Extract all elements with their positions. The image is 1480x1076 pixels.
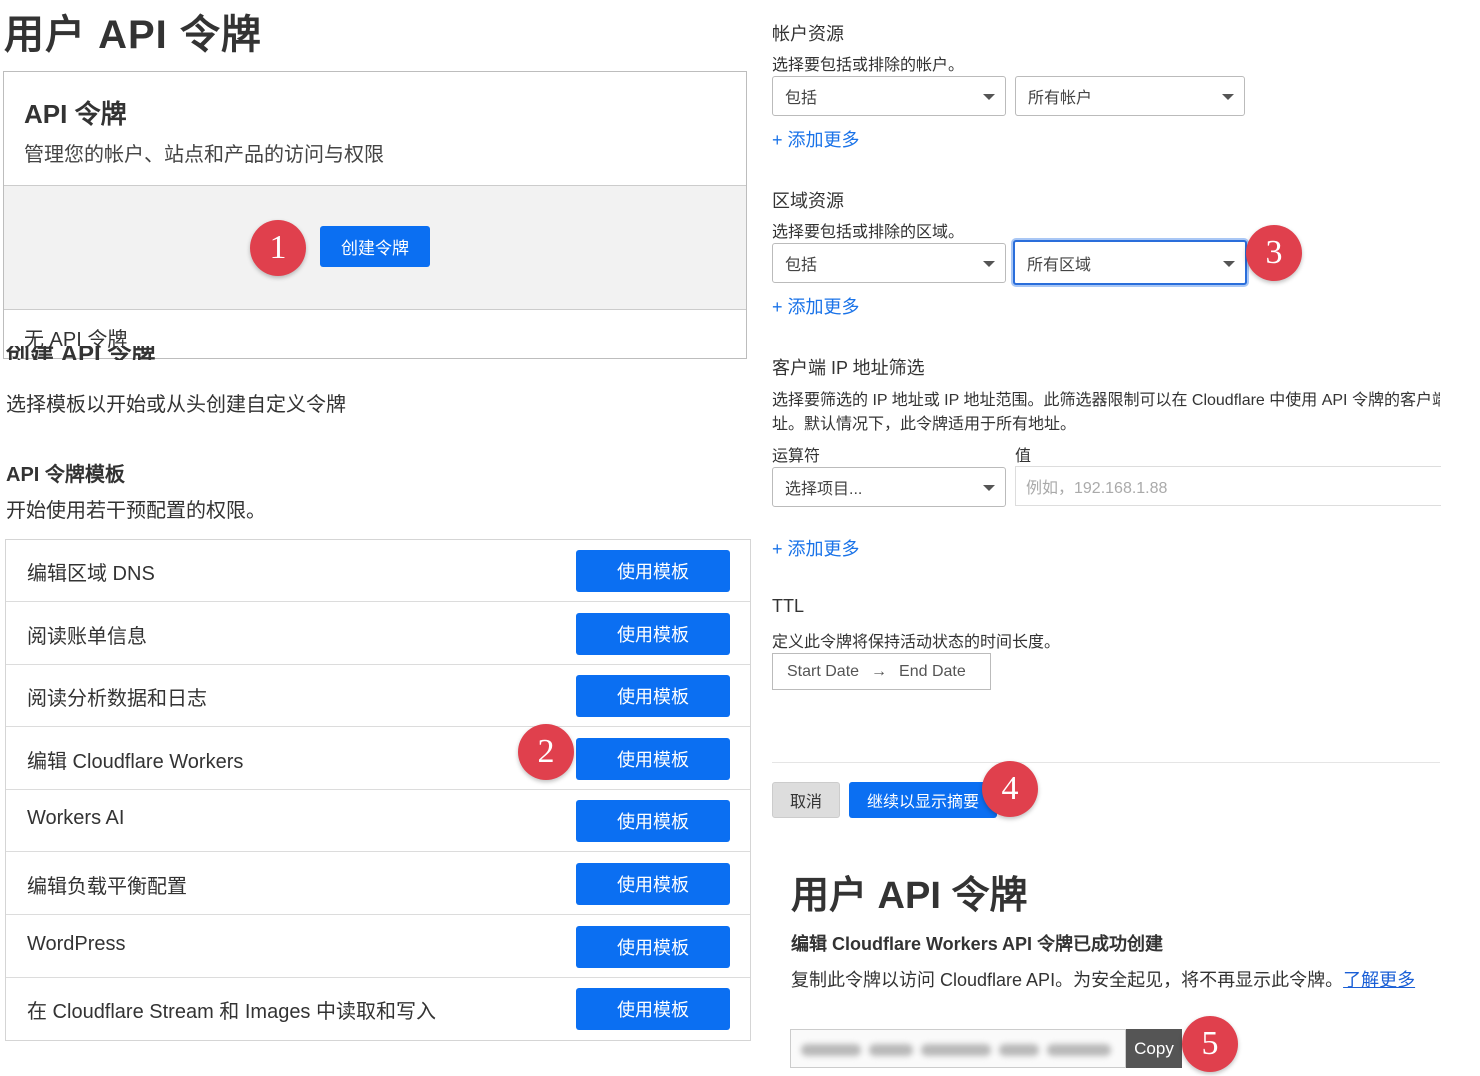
use-template-button[interactable]: 使用模板 <box>576 550 730 592</box>
zone-scope-select[interactable]: 所有区域 <box>1013 240 1247 285</box>
template-row: 编辑区域 DNS 使用模板 <box>6 540 750 602</box>
start-date-field[interactable]: Start Date <box>787 663 859 681</box>
step-badge-2: 2 <box>518 724 574 780</box>
end-date-field[interactable]: End Date <box>899 663 966 681</box>
success-message: 编辑 Cloudflare Workers API 令牌已成功创建 <box>791 934 1164 954</box>
chevron-down-icon <box>1223 261 1235 267</box>
card-subtitle: 管理您的帐户、站点和产品的访问与权限 <box>24 144 384 166</box>
use-template-button[interactable]: 使用模板 <box>576 800 730 842</box>
select-value: 所有区域 <box>1027 256 1092 274</box>
account-add-more-link[interactable]: + 添加更多 <box>772 126 860 152</box>
chevron-down-icon <box>983 261 995 267</box>
create-section-title-clipped: 创建 API 令牌 <box>6 346 206 360</box>
plus-icon: + <box>772 130 788 150</box>
divider <box>772 762 1440 763</box>
select-value: 包括 <box>785 90 818 107</box>
operator-label: 运算符 <box>772 448 821 465</box>
template-list: 编辑区域 DNS 使用模板 阅读账单信息 使用模板 阅读分析数据和日志 使用模板… <box>5 539 751 1041</box>
select-value: 包括 <box>785 257 818 274</box>
account-include-select[interactable]: 包括 <box>772 76 1006 116</box>
create-section-title: 创建 API 令牌 <box>6 346 156 360</box>
template-name: 编辑 Cloudflare Workers <box>27 751 244 773</box>
templates-subtitle: 开始使用若干预配置的权限。 <box>6 500 266 522</box>
arrow-right-icon: → <box>871 662 888 680</box>
zone-add-more-link[interactable]: + 添加更多 <box>772 293 860 319</box>
template-row: 阅读分析数据和日志 使用模板 <box>6 665 750 727</box>
continue-to-summary-button[interactable]: 继续以显示摘要 <box>849 782 997 818</box>
card-title: API 令牌 <box>24 99 127 129</box>
select-value: 所有帐户 <box>1028 90 1093 107</box>
ttl-date-range-picker[interactable]: Start Date → End Date <box>772 653 991 690</box>
template-row: WordPress 使用模板 <box>6 916 750 978</box>
operator-select[interactable]: 选择项目... <box>772 467 1006 507</box>
create-token-button[interactable]: 创建令牌 <box>320 226 430 267</box>
template-row: 编辑 Cloudflare Workers 使用模板 <box>6 728 750 790</box>
create-token-area: 1 创建令牌 <box>4 185 746 310</box>
template-name: 编辑区域 DNS <box>27 563 155 585</box>
value-label: 值 <box>1015 448 1032 465</box>
template-row: 编辑负载平衡配置 使用模板 <box>6 853 750 915</box>
zone-resources-subtitle: 选择要包括或排除的区域。 <box>772 224 965 241</box>
ip-filter-title: 客户端 IP 地址筛选 <box>772 358 925 378</box>
templates-title: API 令牌模板 <box>6 464 125 486</box>
account-scope-select[interactable]: 所有帐户 <box>1015 76 1245 116</box>
result-page-title: 用户 API 令牌 <box>791 875 1028 917</box>
template-name: Workers AI <box>27 807 125 829</box>
chevron-down-icon <box>1222 94 1234 100</box>
use-template-button[interactable]: 使用模板 <box>576 926 730 968</box>
ttl-title: TTL <box>772 596 805 616</box>
ip-filter-description-line2: 址。默认情况下，此令牌适用于所有地址。 <box>772 416 1077 433</box>
template-name: 阅读账单信息 <box>27 626 147 648</box>
account-resources-subtitle: 选择要包括或排除的帐户。 <box>772 57 965 74</box>
cancel-button[interactable]: 取消 <box>772 782 840 818</box>
ip-filter-description-line1: 选择要筛选的 IP 地址或 IP 地址范围。此筛选器限制可以在 Cloudfla… <box>772 392 1440 409</box>
use-template-button[interactable]: 使用模板 <box>576 675 730 717</box>
chevron-down-icon <box>983 94 995 100</box>
template-name: 阅读分析数据和日志 <box>27 688 207 710</box>
learn-more-link[interactable]: 了解更多 <box>1343 970 1415 990</box>
template-name: 编辑负载平衡配置 <box>27 876 187 898</box>
plus-icon: + <box>772 297 788 317</box>
zone-include-select[interactable]: 包括 <box>772 243 1006 283</box>
ip-add-more-link[interactable]: + 添加更多 <box>772 535 860 561</box>
api-tokens-card: API 令牌 管理您的帐户、站点和产品的访问与权限 1 创建令牌 无 API 令… <box>3 71 747 359</box>
zone-resources-title: 区域资源 <box>772 191 844 211</box>
use-template-button[interactable]: 使用模板 <box>576 613 730 655</box>
use-template-button[interactable]: 使用模板 <box>576 988 730 1030</box>
template-name: WordPress <box>27 933 126 955</box>
template-row: 在 Cloudflare Stream 和 Images 中读取和写入 使用模板 <box>6 978 750 1040</box>
page-title: 用户 API 令牌 <box>4 13 262 57</box>
template-name: 在 Cloudflare Stream 和 Images 中读取和写入 <box>27 1001 436 1023</box>
token-value-field[interactable] <box>790 1029 1126 1068</box>
step-badge-3: 3 <box>1246 225 1302 281</box>
plus-icon: + <box>772 539 788 559</box>
select-value: 选择项目... <box>785 481 863 498</box>
chevron-down-icon <box>983 485 995 491</box>
step-badge-5: 5 <box>1182 1016 1238 1072</box>
account-resources-title: 帐户资源 <box>772 24 844 44</box>
use-template-button[interactable]: 使用模板 <box>576 738 730 780</box>
step-badge-1: 1 <box>250 220 306 276</box>
ip-value-input[interactable]: 例如，192.168.1.88 <box>1015 466 1441 506</box>
copy-token-button[interactable]: Copy <box>1126 1029 1182 1068</box>
use-template-button[interactable]: 使用模板 <box>576 863 730 905</box>
create-section-subtitle: 选择模板以开始或从头创建自定义令牌 <box>6 394 346 416</box>
copy-instructions: 复制此令牌以访问 Cloudflare API。为安全起见，将不再显示此令牌。了… <box>791 970 1416 990</box>
template-row: 阅读账单信息 使用模板 <box>6 603 750 665</box>
template-row: Workers AI 使用模板 <box>6 790 750 852</box>
ttl-subtitle: 定义此令牌将保持活动状态的时间长度。 <box>772 634 1061 651</box>
step-badge-4: 4 <box>982 761 1038 817</box>
